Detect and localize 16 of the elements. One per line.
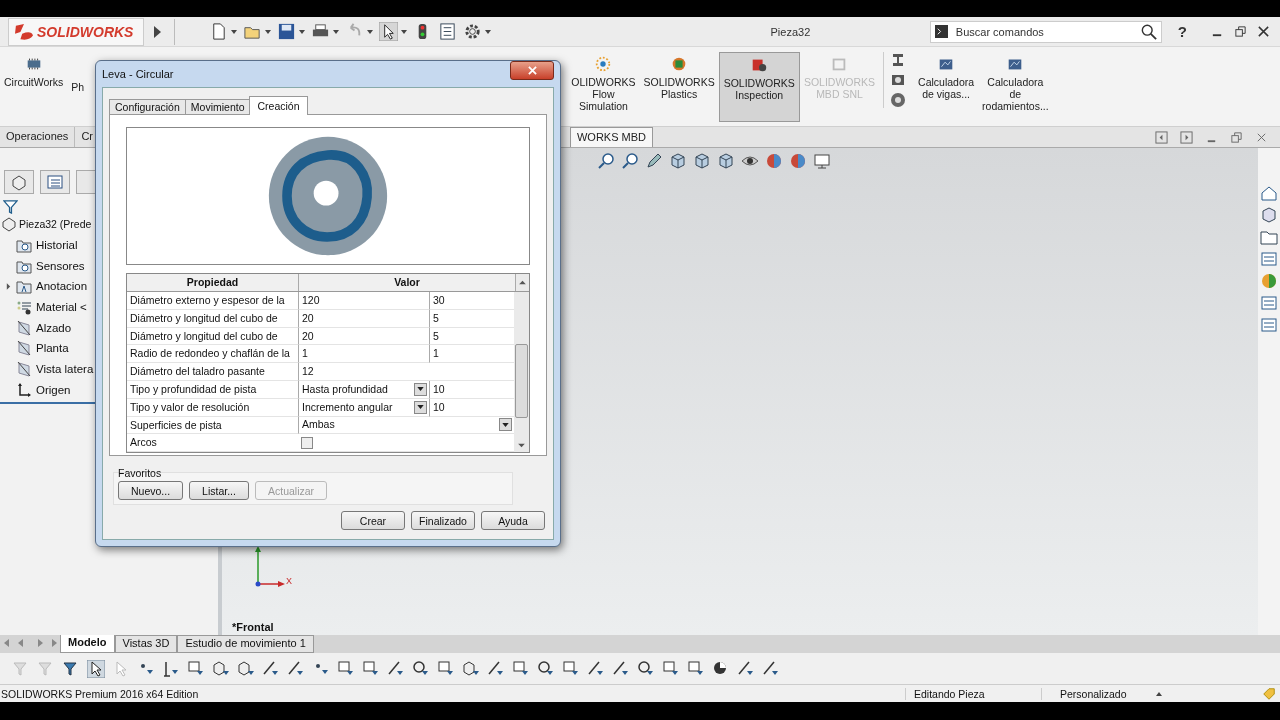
property-cell: Radio de redondeo y chaflán de la: [127, 345, 298, 364]
property-cell: Arcos: [127, 434, 298, 453]
group-label: Favoritos: [118, 467, 163, 479]
document-title: Pieza32: [769, 25, 812, 38]
status-text: Editando Pieza: [905, 687, 1041, 700]
property-cell: Diámetro del taladro pasante: [127, 363, 298, 381]
dialog-title: Leva - Circular: [102, 68, 174, 80]
status-text: SOLIDWORKS Premium 2016 x64 Edition: [0, 687, 200, 700]
property-cell: Diámetro y longitud del cubo de: [127, 327, 298, 346]
property-cell: Tipo y valor de resolución: [127, 398, 298, 417]
property-cell: Superficies de pista: [127, 416, 298, 435]
view-label: *Frontal: [232, 621, 274, 633]
axis-label: X: [286, 576, 292, 586]
property-cell: Tipo y profundidad de pista: [127, 381, 298, 399]
property-cell: Diámetro y longitud del cubo de: [127, 309, 298, 328]
property-cell: Diámetro externo y espesor de la: [127, 292, 298, 310]
